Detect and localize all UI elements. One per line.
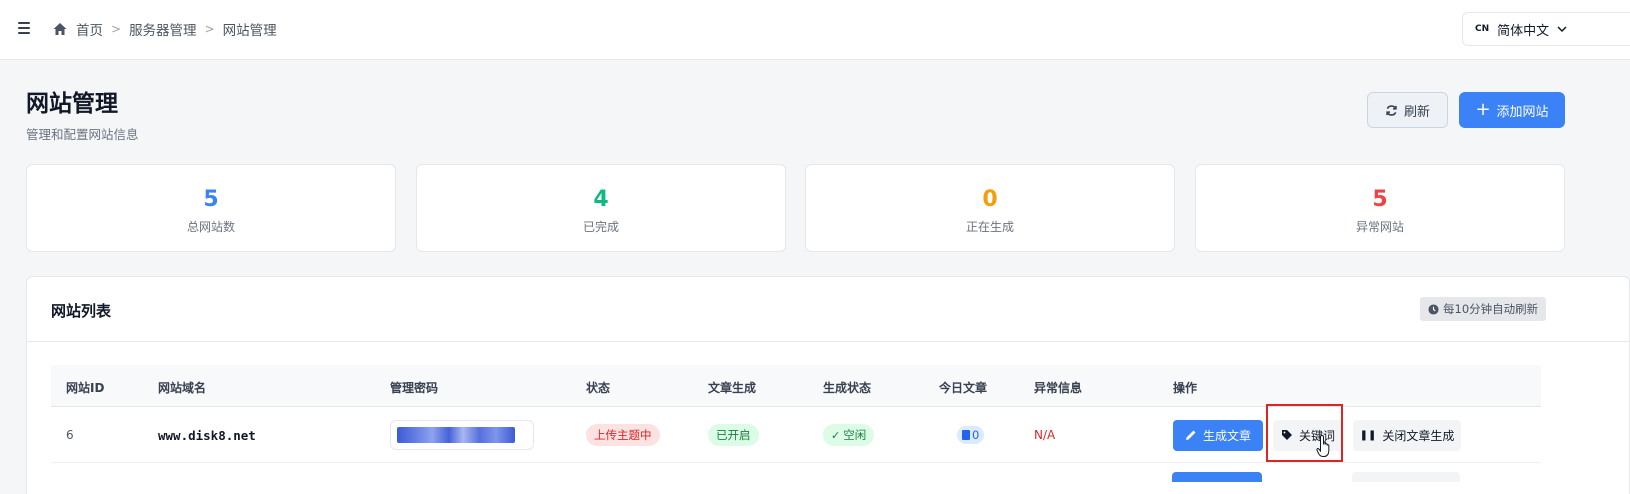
breadcrumb-separator-icon: > (204, 22, 215, 36)
page-subtitle: 管理和配置网站信息 (26, 127, 139, 142)
col-header-article-gen: 文章生成 (708, 381, 757, 395)
add-website-button[interactable]: + 添加网站 (1459, 92, 1565, 128)
language-selected: 简体中文 (1497, 23, 1550, 39)
website-list-panel: 网站列表 每10分钟自动刷新 网站ID 网站域名 管理密码 状态 文章生成 生成… (26, 276, 1630, 494)
stat-completed-label: 已完成 (582, 220, 619, 234)
language-flag: CN (1475, 24, 1490, 34)
stop-article-gen-label: 关闭文章生成 (1382, 428, 1455, 443)
plus-icon: + (1475, 99, 1491, 120)
breadcrumb-server-management[interactable]: 服务器管理 (129, 19, 197, 39)
col-header-id: 网站ID (66, 381, 105, 395)
stat-card-abnormal: 5 异常网站 (1195, 164, 1565, 252)
breadcrumb-separator-icon: > (111, 22, 122, 36)
panel-title: 网站列表 (51, 302, 112, 320)
stat-abnormal-value: 5 (1372, 187, 1388, 212)
generate-article-button[interactable]: 生成文章 (1173, 419, 1263, 451)
breadcrumb-site-management: 网站管理 (222, 23, 277, 39)
breadcrumb-home[interactable]: 首页 (76, 19, 103, 39)
top-bar: 首页 > 服务器管理 > 网站管理 CN 简体中文 (0, 0, 1630, 60)
cell-domain: www.disk8.net (158, 427, 256, 443)
next-row-generate-button[interactable] (1172, 472, 1262, 482)
document-icon (962, 430, 970, 440)
language-select[interactable]: CN 简体中文 (1462, 12, 1630, 46)
next-row-stop-button[interactable] (1352, 472, 1460, 482)
auto-refresh-text: 每10分钟自动刷新 (1443, 302, 1539, 316)
gen-status-text: 空闲 (843, 428, 867, 442)
table-header: 网站ID 网站域名 管理密码 状态 文章生成 生成状态 今日文章 异常信息 操作 (51, 365, 1541, 407)
refresh-label: 刷新 (1403, 104, 1430, 120)
col-header-actions: 操作 (1173, 381, 1198, 395)
breadcrumb: 首页 > 服务器管理 > 网站管理 (52, 19, 277, 39)
pause-icon: ❚❚ (1359, 429, 1377, 441)
stat-card-generating: 0 正在生成 (805, 164, 1175, 252)
home-icon (53, 23, 67, 35)
stat-total-value: 5 (203, 187, 219, 212)
refresh-button[interactable]: 刷新 (1367, 92, 1448, 128)
hamburger-menu-icon[interactable] (18, 22, 30, 34)
stat-generating-label: 正在生成 (965, 220, 1014, 234)
stat-card-total: 5 总网站数 (26, 164, 396, 252)
hand-cursor-icon (1316, 434, 1330, 457)
gen-status-badge: ✓ 空闲 (823, 424, 875, 446)
col-header-password: 管理密码 (390, 381, 439, 395)
today-articles-count: 0 (972, 428, 980, 442)
password-value-blurred (397, 427, 515, 443)
col-header-gen-status: 生成状态 (823, 381, 872, 395)
stat-total-label: 总网站数 (186, 220, 235, 234)
password-field[interactable] (390, 420, 534, 450)
page-title: 网站管理 (26, 91, 118, 117)
col-header-today-articles: 今日文章 (939, 381, 988, 395)
stat-completed-value: 4 (593, 187, 609, 212)
status-badge: 上传主题中 (586, 424, 660, 446)
cell-error: N/A (1034, 428, 1056, 442)
pencil-icon (1185, 430, 1196, 440)
panel-divider (27, 341, 1629, 342)
refresh-icon (1386, 104, 1397, 116)
stop-article-gen-button[interactable]: ❚❚ 关闭文章生成 (1353, 419, 1461, 451)
generate-article-label: 生成文章 (1202, 428, 1251, 443)
article-gen-badge: 已开启 (708, 424, 759, 446)
col-header-domain: 网站域名 (158, 381, 207, 395)
stat-card-completed: 4 已完成 (416, 164, 786, 252)
chevron-down-icon (1557, 26, 1567, 33)
col-header-error: 异常信息 (1034, 381, 1083, 395)
stat-abnormal-label: 异常网站 (1355, 220, 1404, 234)
stat-generating-value: 0 (982, 187, 998, 212)
check-icon: ✓ (831, 428, 841, 442)
cell-id: 6 (66, 428, 74, 442)
clock-icon (1428, 303, 1439, 315)
add-website-label: 添加网站 (1496, 104, 1549, 120)
auto-refresh-badge: 每10分钟自动刷新 (1420, 297, 1547, 321)
today-articles-badge: 0 (957, 426, 985, 444)
col-header-status: 状态 (586, 381, 611, 395)
